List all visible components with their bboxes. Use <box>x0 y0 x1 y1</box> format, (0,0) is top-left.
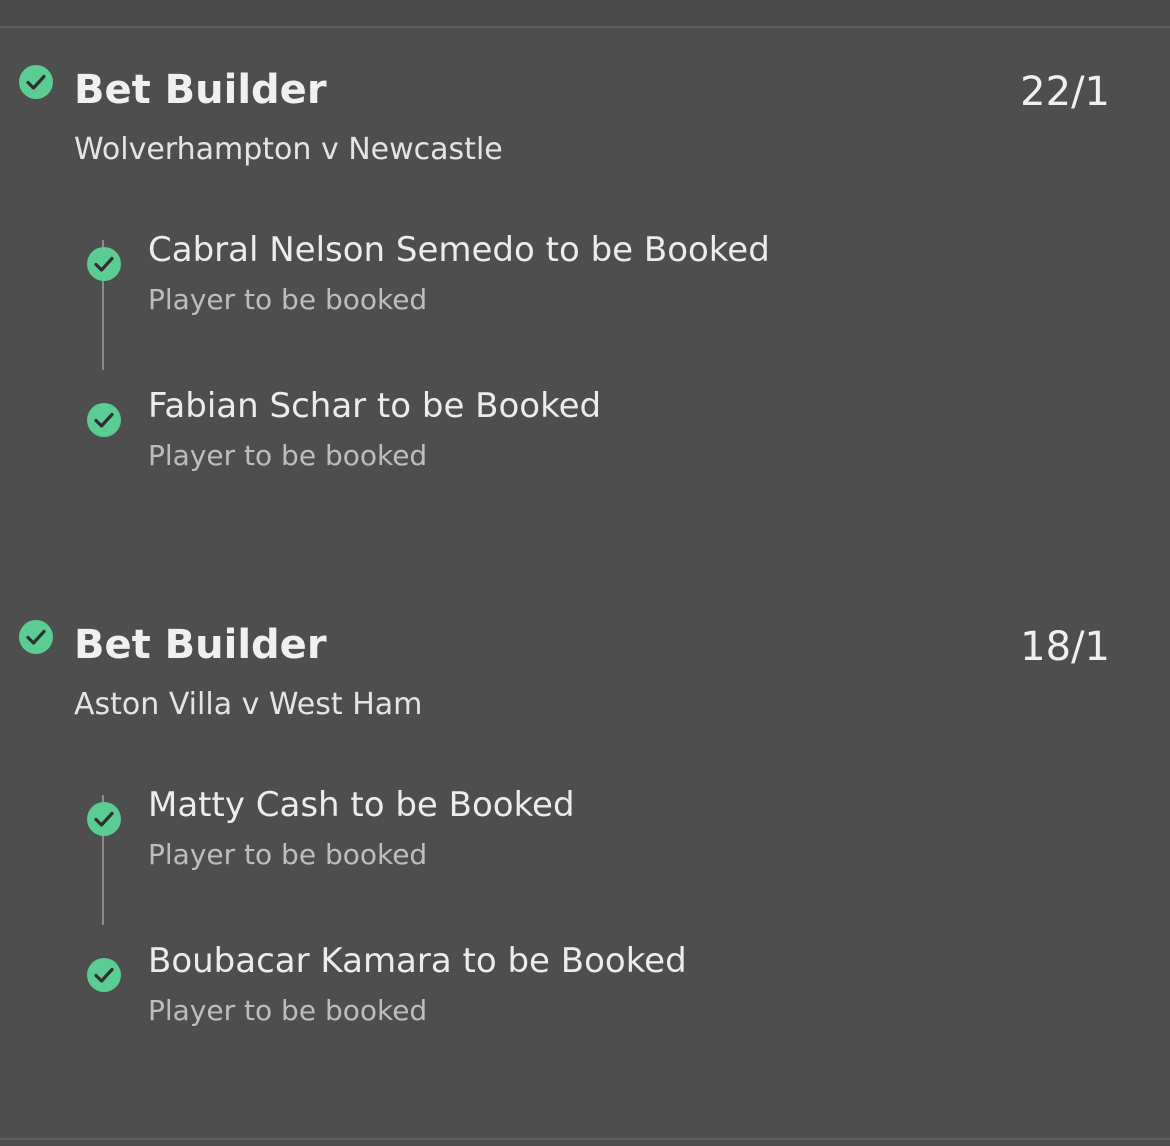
check-circle-icon <box>19 65 53 99</box>
bet-leg: Fabian Schar to be Booked Player to be b… <box>0 384 1170 504</box>
leg-market: Player to be booked <box>148 994 428 1027</box>
leg-selection: Boubacar Kamara to be Booked <box>148 941 687 981</box>
check-circle-icon <box>87 802 121 836</box>
bet-leg: Boubacar Kamara to be Booked Player to b… <box>0 939 1170 1059</box>
bet-card[interactable]: Bet Builder 22/1 Wolverhampton v Newcast… <box>0 64 1170 484</box>
leg-selection: Fabian Schar to be Booked <box>148 386 602 426</box>
leg-market: Player to be booked <box>148 838 428 871</box>
bet-leg: Matty Cash to be Booked Player to be boo… <box>0 783 1170 903</box>
bet-legs-list: Matty Cash to be Booked Player to be boo… <box>0 769 1170 1029</box>
bet-match-name: Aston Villa v West Ham <box>74 687 423 722</box>
bet-leg: Cabral Nelson Semedo to be Booked Player… <box>0 228 1170 348</box>
bet-card[interactable]: Bet Builder 18/1 Aston Villa v West Ham … <box>0 619 1170 1039</box>
bet-title: Bet Builder <box>74 622 327 668</box>
check-circle-icon <box>87 403 121 437</box>
leg-market: Player to be booked <box>148 439 428 472</box>
check-circle-icon <box>87 958 121 992</box>
bet-legs-list: Cabral Nelson Semedo to be Booked Player… <box>0 214 1170 474</box>
leg-selection: Cabral Nelson Semedo to be Booked <box>148 230 770 270</box>
check-circle-icon <box>87 247 121 281</box>
leg-market: Player to be booked <box>148 283 428 316</box>
top-header-bar <box>0 0 1170 28</box>
bet-odds: 22/1 <box>1020 69 1110 115</box>
bet-odds: 18/1 <box>1020 624 1110 670</box>
bottom-divider <box>0 1138 1170 1140</box>
check-circle-icon <box>19 620 53 654</box>
bet-match-name: Wolverhampton v Newcastle <box>74 132 503 167</box>
bet-title: Bet Builder <box>74 67 327 113</box>
leg-selection: Matty Cash to be Booked <box>148 785 575 825</box>
